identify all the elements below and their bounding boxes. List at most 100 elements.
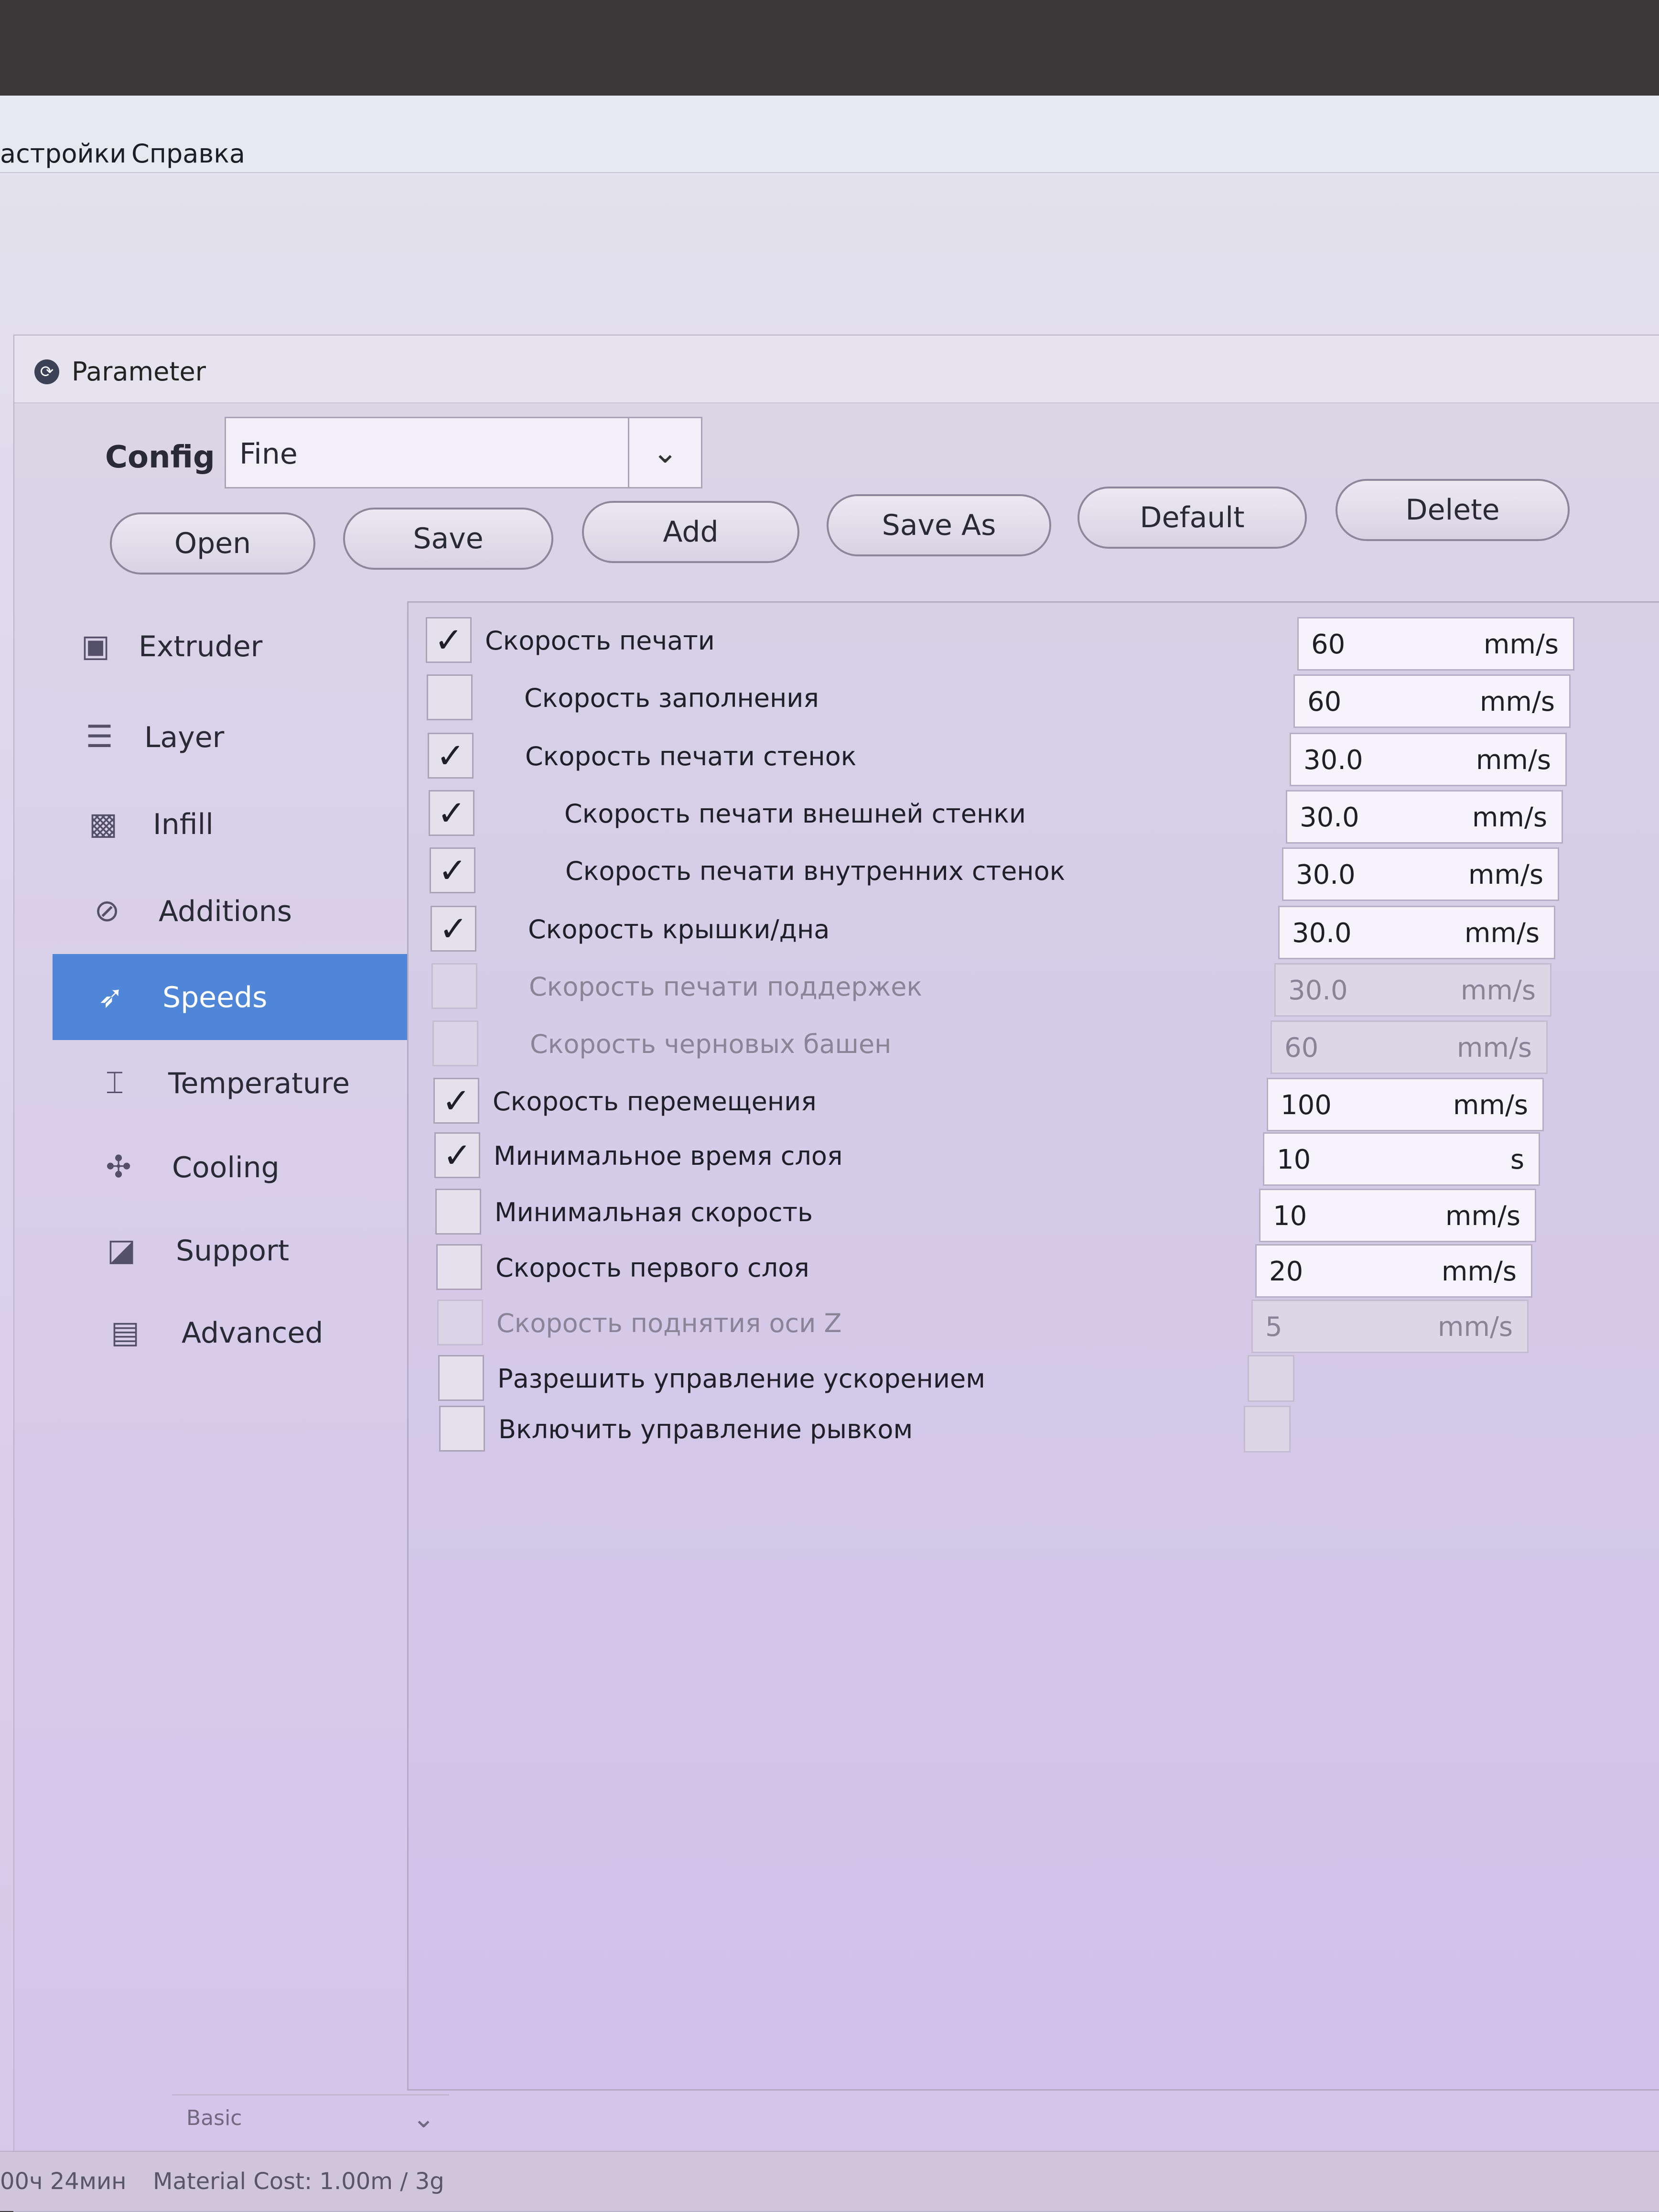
- setting-checkbox-checked[interactable]: ✓: [426, 617, 472, 663]
- setting-checkbox-checked[interactable]: ✓: [431, 906, 476, 952]
- sidebar-item-layer[interactable]: ☰ Layer: [53, 694, 416, 780]
- setting-unit: mm/s: [1472, 802, 1547, 833]
- parameter-dialog: ⟳ Parameter Config Fine ⌄ Open Save Add …: [13, 335, 1659, 2212]
- setting-row: Скорость черновых башен 60 mm/s: [409, 1020, 1659, 1074]
- setting-checkbox[interactable]: [439, 1406, 485, 1452]
- setting-label: Скорость печати внешней стенки: [564, 799, 1026, 829]
- dialog-title: Parameter: [72, 357, 206, 387]
- setting-label: Минимальная скорость: [495, 1197, 813, 1227]
- setting-unit: mm/s: [1460, 975, 1536, 1006]
- checkmark-icon: ✓: [438, 850, 467, 890]
- setting-value-field: 60 mm/s: [1271, 1020, 1548, 1074]
- setting-label: Скорость крышки/дна: [528, 914, 830, 944]
- sidebar-item-additions[interactable]: ⊘ Additions: [53, 868, 416, 954]
- setting-value: 30.0: [1304, 745, 1363, 776]
- setting-unit: mm/s: [1464, 918, 1540, 949]
- setting-label: Скорость черновых башен: [530, 1029, 892, 1059]
- setting-value-field[interactable]: 20 mm/s: [1255, 1244, 1532, 1298]
- setting-value-field[interactable]: 30.0 mm/s: [1290, 733, 1567, 786]
- setting-value: 20: [1269, 1256, 1304, 1287]
- delete-button[interactable]: Delete: [1336, 479, 1570, 541]
- setting-value: 30.0: [1300, 802, 1359, 833]
- setting-value-field[interactable]: 10 s: [1263, 1132, 1540, 1186]
- setting-row: ✓ Скорость печати 60 mm/s: [409, 617, 1659, 671]
- sidebar-item-label: Advanced: [182, 1316, 323, 1350]
- open-button[interactable]: Open: [110, 512, 315, 575]
- checkmark-icon: ✓: [442, 1081, 471, 1121]
- chevron-down-icon[interactable]: ⌄: [628, 418, 701, 487]
- app-logo-icon: ⟳: [34, 359, 59, 384]
- status-bar: 00ч 24мин Material Cost: 1.00m / 3g: [0, 2151, 1659, 2211]
- setting-label: Скорость заполнения: [524, 683, 819, 713]
- setting-checkbox[interactable]: [427, 674, 473, 720]
- menu-settings[interactable]: астройки: [0, 139, 126, 169]
- setting-value: 30.0: [1292, 918, 1352, 949]
- setting-row: Скорость первого слоя 20 mm/s: [409, 1244, 1659, 1298]
- setting-row: Включить управление рывком: [409, 1406, 1659, 1458]
- setting-value: 60: [1284, 1032, 1319, 1063]
- setting-value-field[interactable]: 30.0 mm/s: [1286, 790, 1563, 844]
- setting-value-field[interactable]: 60 mm/s: [1297, 617, 1574, 671]
- setting-toggle-checkbox[interactable]: [1248, 1355, 1294, 1402]
- paperclip-icon: ⊘: [94, 893, 120, 929]
- setting-value: 30.0: [1288, 975, 1348, 1006]
- setting-checkbox-checked[interactable]: ✓: [428, 733, 474, 779]
- setting-value-field[interactable]: 60 mm/s: [1293, 674, 1571, 728]
- save-button[interactable]: Save: [343, 508, 553, 570]
- checkmark-icon: ✓: [442, 1135, 472, 1175]
- infill-icon: ▩: [88, 806, 118, 842]
- setting-value: 60: [1307, 686, 1342, 717]
- checkmark-icon: ✓: [436, 736, 465, 776]
- setting-row: Скорость поднятия оси Z 5 mm/s: [409, 1300, 1659, 1353]
- setting-checkbox[interactable]: [437, 1300, 483, 1345]
- add-button[interactable]: Add: [582, 501, 799, 563]
- mode-select-value: Basic: [186, 2106, 242, 2130]
- setting-row: Скорость печати поддержек 30.0 mm/s: [409, 963, 1659, 1017]
- setting-unit: mm/s: [1483, 629, 1559, 660]
- setting-checkbox[interactable]: [432, 1020, 478, 1066]
- sidebar-item-advanced[interactable]: ▤ Advanced: [53, 1290, 416, 1376]
- setting-checkbox-checked[interactable]: ✓: [430, 847, 475, 893]
- config-select[interactable]: Fine ⌄: [225, 417, 702, 488]
- setting-checkbox[interactable]: [431, 963, 477, 1009]
- mode-select[interactable]: Basic ⌄: [172, 2094, 449, 2153]
- setting-label: Скорость первого слоя: [496, 1253, 809, 1283]
- setting-checkbox[interactable]: [438, 1355, 484, 1401]
- sidebar-item-label: Layer: [144, 721, 225, 754]
- sidebar-item-label: Temperature: [168, 1067, 350, 1100]
- setting-unit: mm/s: [1441, 1256, 1517, 1287]
- default-button[interactable]: Default: [1077, 487, 1307, 549]
- sidebar-item-support[interactable]: ◪ Support: [53, 1207, 416, 1293]
- setting-row: ✓ Скорость крышки/дна 30.0 mm/s: [409, 906, 1659, 959]
- setting-checkbox[interactable]: [435, 1189, 481, 1235]
- menu-help[interactable]: Справка: [131, 139, 245, 169]
- setting-toggle-checkbox[interactable]: [1244, 1406, 1291, 1453]
- menu-bar: [0, 96, 1659, 173]
- sidebar-item-label: Infill: [153, 808, 214, 841]
- setting-checkbox-checked[interactable]: ✓: [433, 1078, 479, 1124]
- setting-checkbox-checked[interactable]: ✓: [434, 1132, 480, 1178]
- setting-checkbox[interactable]: [436, 1244, 482, 1290]
- setting-checkbox-checked[interactable]: ✓: [429, 790, 474, 836]
- setting-value-field[interactable]: 30.0 mm/s: [1278, 906, 1555, 959]
- sidebar-item-label: Support: [176, 1234, 290, 1268]
- setting-value-field[interactable]: 30.0 mm/s: [1282, 847, 1559, 901]
- sidebar-item-extruder[interactable]: ▣ Extruder: [53, 603, 416, 689]
- thermometer-icon: ⌶: [105, 1065, 124, 1101]
- setting-value-field: 5 mm/s: [1251, 1300, 1529, 1353]
- sidebar-item-temperature[interactable]: ⌶ Temperature: [53, 1040, 416, 1126]
- sidebar-item-cooling[interactable]: ✣ Cooling: [53, 1124, 416, 1210]
- category-sidebar: ▣ Extruder ☰ Layer ▩ Infill ⊘ Additions …: [53, 603, 416, 2180]
- sidebar-item-speeds[interactable]: ➶ Speeds: [53, 954, 416, 1040]
- sidebar-item-label: Speeds: [162, 981, 268, 1014]
- setting-value-field[interactable]: 10 mm/s: [1259, 1189, 1536, 1242]
- setting-value-field: 30.0 mm/s: [1274, 963, 1551, 1017]
- setting-unit: mm/s: [1479, 686, 1555, 717]
- setting-unit: mm/s: [1453, 1090, 1528, 1121]
- setting-row: Минимальная скорость 10 mm/s: [409, 1189, 1659, 1242]
- save-as-button[interactable]: Save As: [827, 494, 1051, 556]
- sidebar-item-infill[interactable]: ▩ Infill: [53, 781, 416, 867]
- setting-value-field[interactable]: 100 mm/s: [1267, 1078, 1544, 1131]
- print-time: 00ч 24мин: [0, 2168, 127, 2195]
- setting-row: ✓ Скорость печати стенок 30.0 mm/s: [409, 733, 1659, 786]
